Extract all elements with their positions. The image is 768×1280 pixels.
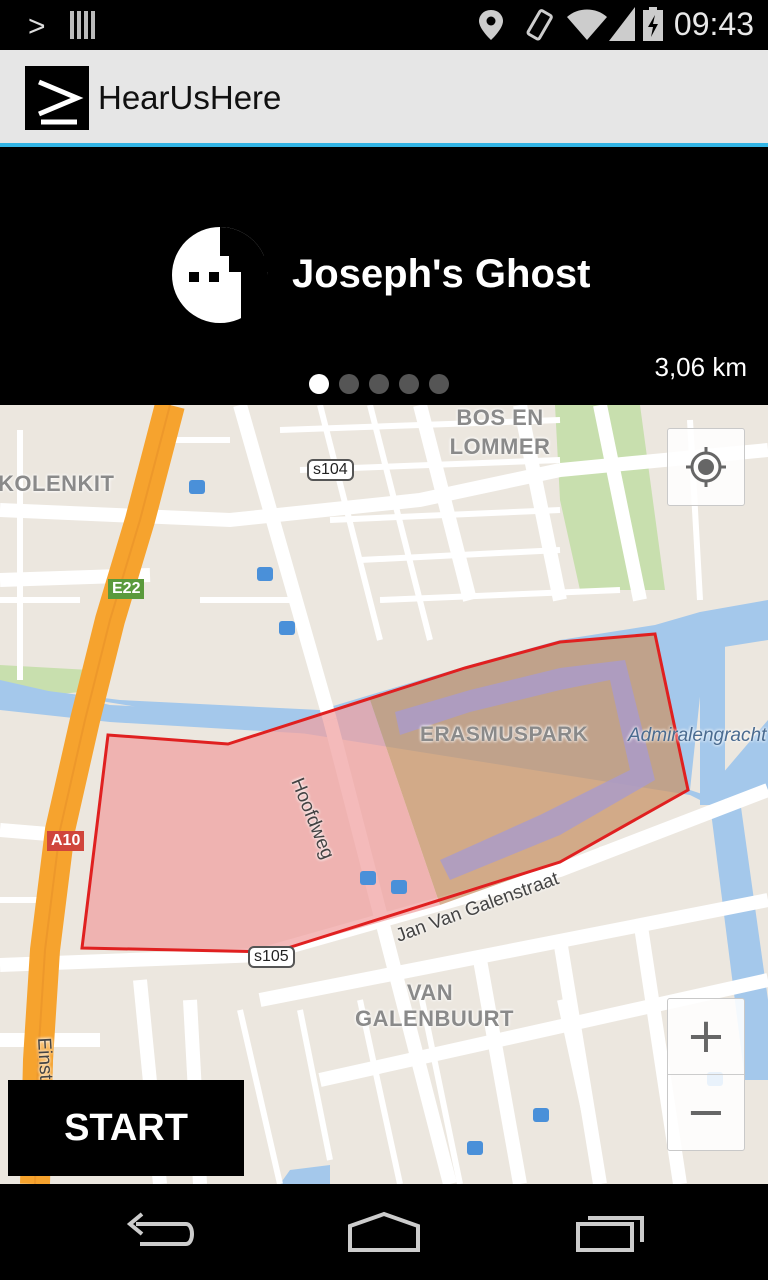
route-shield: s105: [248, 946, 295, 968]
route-shield: s104: [307, 459, 354, 481]
route-shield: E22: [108, 579, 145, 599]
tram-stop-icon: [189, 480, 205, 494]
wifi-icon: [567, 9, 607, 40]
district-label: VAN: [406, 980, 454, 1005]
ghost-icon: [172, 227, 268, 324]
canal: [280, 1165, 330, 1184]
canal: [700, 640, 725, 805]
page-indicator-dot: [339, 374, 359, 394]
recent-apps-icon[interactable]: [572, 1204, 652, 1260]
page-indicator-dot: [309, 374, 329, 394]
district-label: BOS EN: [456, 405, 544, 430]
tram-stop-icon: [279, 621, 295, 635]
page-indicator-dot: [369, 374, 389, 394]
battery-charging-icon: [643, 7, 663, 41]
location-icon: [479, 10, 503, 40]
route-shield: A10: [47, 831, 85, 851]
district-label: LOMMER: [449, 434, 551, 459]
status-time: 09:43: [673, 6, 754, 42]
canal-label: Admiralengracht: [628, 725, 767, 746]
back-icon[interactable]: [120, 1204, 200, 1260]
district-label: GALENBUURT: [355, 1006, 514, 1031]
status-bar: > 09:43: [0, 0, 768, 50]
my-location-button[interactable]: [667, 428, 745, 506]
barcode-icon: [70, 11, 95, 39]
district-label: KOLENKIT: [0, 471, 115, 496]
home-icon[interactable]: [344, 1204, 424, 1260]
start-button[interactable]: START: [8, 1080, 244, 1176]
tram-stop-icon: [257, 567, 273, 581]
map-view[interactable]: BOS EN LOMMER KOLENKIT ERASMUSPARK VAN G…: [0, 405, 768, 1184]
tram-stop-icon: [360, 871, 376, 885]
walk-distance: 3,06 km: [654, 352, 748, 382]
page-indicator-dot: [429, 374, 449, 394]
action-bar: HearUsHere: [0, 50, 768, 147]
tram-stop-icon: [533, 1108, 549, 1122]
app-title: HearUsHere: [98, 79, 282, 116]
signal-icon: [609, 7, 635, 41]
tram-stop-icon: [391, 880, 407, 894]
map-canvas[interactable]: [0, 405, 768, 1184]
zoom-controls: + −: [667, 998, 745, 1151]
terminal-icon: >: [28, 10, 46, 43]
crosshair-icon: [686, 447, 726, 487]
zoom-in-button[interactable]: +: [668, 999, 744, 1075]
vibrate-icon: [526, 9, 553, 41]
street-label: Einst: [33, 1037, 57, 1081]
page-indicator-dot: [399, 374, 419, 394]
navigation-bar: [0, 1184, 768, 1280]
walk-title: Joseph's Ghost: [292, 252, 591, 296]
zoom-out-button[interactable]: −: [668, 1075, 744, 1150]
chevron-right-icon: [38, 79, 84, 125]
park-label: ERASMUSPARK: [420, 723, 589, 746]
app-logo[interactable]: [25, 66, 89, 130]
tram-stop-icon: [467, 1141, 483, 1155]
